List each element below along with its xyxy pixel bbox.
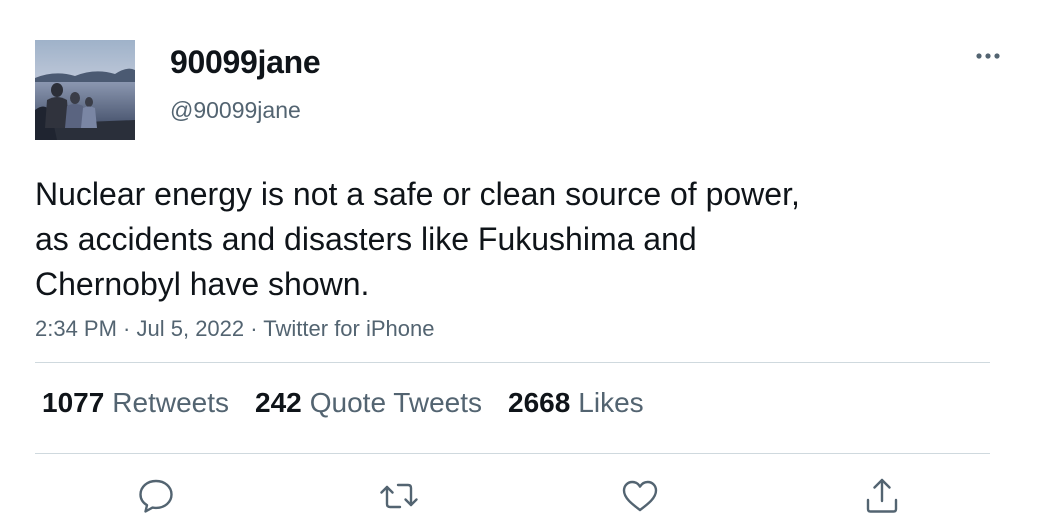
- tweet-text: Nuclear energy is not a safe or clean so…: [35, 172, 935, 307]
- avatar[interactable]: [35, 40, 135, 140]
- divider: [35, 362, 990, 363]
- user-handle[interactable]: @90099jane: [170, 97, 301, 124]
- avatar-photo: [35, 40, 135, 140]
- tweet-text-line: as accidents and disasters like Fukushim…: [35, 221, 697, 257]
- reply-icon: [139, 479, 173, 513]
- retweet-icon: [380, 483, 418, 509]
- quote-tweets-count: 242: [255, 387, 302, 418]
- like-button[interactable]: [618, 474, 662, 518]
- tweet-text-line: Nuclear energy is not a safe or clean so…: [35, 176, 800, 212]
- retweet-button[interactable]: [377, 474, 421, 518]
- tweet-source[interactable]: Twitter for iPhone: [263, 316, 434, 341]
- display-name[interactable]: 90099jane: [170, 44, 321, 81]
- likes-label: Likes: [578, 387, 644, 418]
- likes-count: 2668: [508, 387, 571, 418]
- meta-separator: ·: [116, 316, 137, 341]
- quote-tweets-label: Quote Tweets: [309, 387, 482, 418]
- more-horizontal-icon: [976, 53, 1000, 59]
- divider: [35, 453, 990, 454]
- tweet-meta: 2:34 PM · Jul 5, 2022 · Twitter for iPho…: [35, 316, 434, 342]
- retweets-count: 1077: [42, 387, 105, 418]
- tweet-detail: 90099jane @90099jane Nuclear energy is n…: [0, 0, 1050, 525]
- tweet-date[interactable]: Jul 5, 2022: [137, 316, 245, 341]
- heart-icon: [622, 480, 658, 512]
- tweet-time[interactable]: 2:34 PM: [35, 316, 117, 341]
- meta-separator: ·: [244, 316, 264, 341]
- reply-button[interactable]: [134, 474, 178, 518]
- likes-stat[interactable]: 2668 Likes: [508, 387, 644, 419]
- share-button[interactable]: [860, 474, 904, 518]
- tweet-stats: 1077 Retweets 242 Quote Tweets 2668 Likes: [42, 387, 670, 419]
- retweets-label: Retweets: [112, 387, 230, 418]
- retweets-stat[interactable]: 1077 Retweets: [42, 387, 229, 419]
- quote-tweets-stat[interactable]: 242 Quote Tweets: [255, 387, 482, 419]
- share-icon: [866, 478, 898, 513]
- tweet-text-line: Chernobyl have shown.: [35, 266, 370, 302]
- more-options-button[interactable]: [968, 42, 1008, 70]
